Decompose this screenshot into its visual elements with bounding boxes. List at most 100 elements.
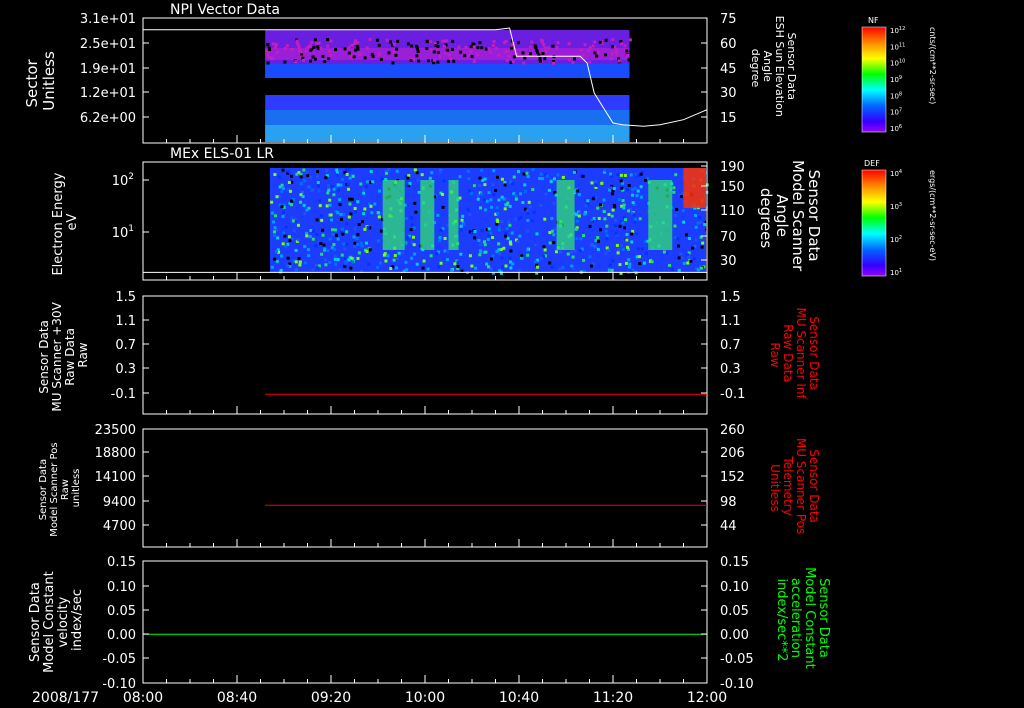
spectrogram2-speckle xyxy=(361,188,365,192)
spectrogram-speckle xyxy=(541,51,545,55)
spectrogram2-speckle xyxy=(674,173,678,177)
spectrogram-speckle xyxy=(472,59,476,63)
spectrogram-speckle xyxy=(436,50,440,54)
panel5-left-tick-label: 0.15 xyxy=(107,555,136,570)
spectrogram2-speckle xyxy=(625,238,629,242)
spectrogram-speckle xyxy=(385,38,389,42)
spectrogram2-speckle xyxy=(509,249,513,253)
spectrogram2-speckle xyxy=(508,241,512,245)
spectrogram-speckle xyxy=(615,52,619,56)
spectrogram2-speckle xyxy=(470,191,474,195)
spectrogram2-speckle xyxy=(347,197,351,201)
spectrogram2-speckle xyxy=(331,233,335,237)
spectrogram2-speckle xyxy=(420,173,424,177)
spectrogram2-speckle xyxy=(296,223,300,227)
panel2-spectrogram xyxy=(269,168,709,275)
colorbar-def-unit: ergs/(cm**2-sr-sec-eV) xyxy=(928,170,937,261)
spectrogram2-speckle xyxy=(526,253,530,257)
spectrogram2-speckle xyxy=(356,243,360,247)
spectrogram2-speckle xyxy=(497,198,501,202)
spectrogram2-hotspot xyxy=(382,180,405,250)
spectrogram-speckle xyxy=(512,55,516,59)
spectrogram2-speckle xyxy=(395,266,399,270)
spectrogram2-speckle xyxy=(480,229,484,233)
spectrogram2-speckle xyxy=(397,251,401,255)
spectrogram-speckle xyxy=(329,54,333,58)
tick-exponent: 2 xyxy=(899,235,902,241)
spectrogram2-speckle xyxy=(579,237,583,241)
spectrogram2-speckle xyxy=(639,172,643,176)
spectrogram2-speckle xyxy=(316,180,320,184)
spectrogram2-speckle xyxy=(328,198,332,202)
spectrogram-speckle xyxy=(588,60,592,64)
spectrogram2-speckle xyxy=(496,212,500,216)
spectrogram2-speckle xyxy=(696,221,700,225)
spectrogram-speckle xyxy=(316,45,320,49)
spectrogram2-speckle xyxy=(416,178,420,182)
spectrogram2-speckle xyxy=(422,259,426,263)
spectrogram-speckle xyxy=(452,59,456,63)
spectrogram2-speckle xyxy=(273,233,277,237)
spectrogram2-speckle xyxy=(302,168,306,172)
spectrogram2-speckle xyxy=(575,237,579,241)
spectrogram2-speckle xyxy=(341,232,345,236)
spectrogram2-speckle xyxy=(612,187,616,191)
spectrogram2-speckle xyxy=(413,201,417,205)
panel5-left-label-line3: velocity xyxy=(56,596,71,647)
spectrogram2-speckle xyxy=(639,185,643,189)
spectrogram2-speckle xyxy=(526,218,530,222)
spectrogram2-speckle xyxy=(588,224,592,228)
spectrogram2-speckle xyxy=(352,235,356,239)
panel4-right-label-line3: Telemetry xyxy=(781,455,795,515)
spectrogram2-speckle xyxy=(303,245,307,249)
spectrogram2-speckle xyxy=(624,261,628,265)
spectrogram-speckle xyxy=(471,42,475,46)
spectrogram2-speckle xyxy=(495,175,499,179)
spectrogram2-speckle xyxy=(468,254,472,258)
spectrogram2-speckle xyxy=(673,224,677,228)
spectrogram2-speckle xyxy=(487,227,491,231)
spectrogram2-speckle xyxy=(599,228,603,232)
spectrogram2-speckle xyxy=(490,205,494,209)
spectrogram2-speckle xyxy=(360,244,364,248)
spectrogram2-speckle xyxy=(615,243,619,247)
spectrogram2-speckle xyxy=(351,174,355,178)
spectrogram2-speckle xyxy=(631,229,635,233)
spectrogram2-speckle xyxy=(483,208,487,212)
spectrogram-speckle xyxy=(312,45,316,49)
spectrogram2-speckle xyxy=(540,177,544,181)
spectrogram2-speckle xyxy=(527,200,531,204)
spectrogram2-speckle xyxy=(633,220,637,224)
spectrogram2-speckle xyxy=(352,244,356,248)
spectrogram2-speckle xyxy=(591,197,595,201)
spectrogram2-speckle xyxy=(395,256,399,260)
spectrogram2-speckle xyxy=(630,240,634,244)
spectrogram2-speckle xyxy=(511,262,515,266)
spectrogram2-speckle xyxy=(353,241,357,245)
spectrogram-speckle xyxy=(321,54,325,58)
spectrogram2-speckle xyxy=(627,258,631,262)
spectrogram-speckle xyxy=(310,40,314,44)
spectrogram2-hotspot xyxy=(448,180,459,250)
spectrogram2-speckle xyxy=(550,216,554,220)
spectrogram-speckle xyxy=(484,47,488,51)
spectrogram2-speckle xyxy=(316,266,320,270)
spectrogram2-speckle xyxy=(282,231,286,235)
spectrogram2-speckle xyxy=(503,234,507,238)
spectrogram2-speckle xyxy=(479,206,483,210)
spectrogram2-speckle xyxy=(650,260,654,264)
colorbar-def xyxy=(861,169,887,277)
spectrogram-speckle xyxy=(497,53,501,57)
spectrogram2-speckle xyxy=(582,234,586,238)
spectrogram2-speckle xyxy=(353,206,357,210)
spectrogram-speckle xyxy=(628,38,632,42)
spectrogram2-speckle xyxy=(584,204,588,208)
spectrogram2-speckle xyxy=(602,209,606,213)
panel4-left-tick-label: 9400 xyxy=(103,495,136,510)
spectrogram2-speckle xyxy=(528,205,532,209)
spectrogram-speckle xyxy=(604,53,608,57)
spectrogram2-speckle xyxy=(426,267,430,271)
spectrogram2-speckle xyxy=(288,189,292,193)
time-tick-label: 12:00 xyxy=(687,690,727,706)
spectrogram-speckle xyxy=(353,41,357,45)
